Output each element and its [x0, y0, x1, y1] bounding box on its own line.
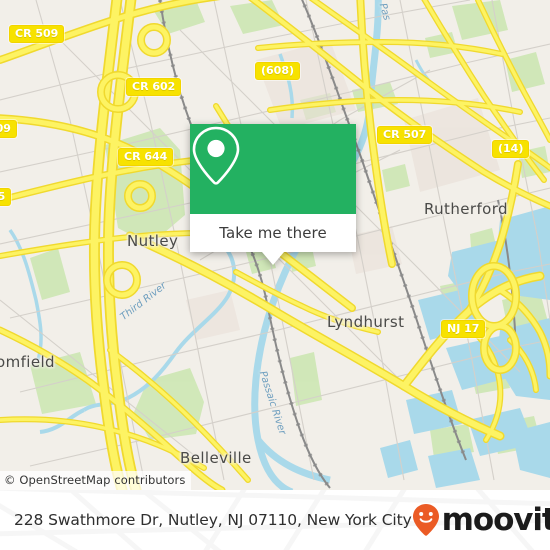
road-shield-509[interactable]: 509 — [0, 120, 17, 138]
moovit-logo[interactable]: moovit — [412, 503, 550, 537]
osm-attribution[interactable]: © OpenStreetMap contributors — [0, 471, 192, 490]
callout-action-area[interactable]: Take me there — [190, 214, 356, 252]
take-me-there-label: Take me there — [219, 224, 327, 242]
road-shield-nj-17[interactable]: NJ 17 — [441, 320, 486, 338]
moovit-smiley-pin-icon — [412, 504, 439, 536]
map-pin-icon — [192, 126, 240, 185]
moovit-wordmark: moovit — [441, 501, 550, 538]
road-shield-14[interactable]: (14) — [492, 140, 530, 158]
road-shield-608[interactable]: (608) — [255, 62, 301, 80]
footer-bar: 228 Swathmore Dr, Nutley, NJ 07110, New … — [0, 490, 550, 550]
location-callout[interactable]: Take me there — [190, 124, 356, 265]
map-canvas[interactable]: Nutley Rutherford Lyndhurst Belleville o… — [0, 0, 550, 490]
road-shield-cr-507[interactable]: CR 507 — [377, 126, 433, 144]
road-shield-cr-509[interactable]: CR 509 — [9, 25, 65, 43]
map-screenshot: Nutley Rutherford Lyndhurst Belleville o… — [0, 0, 550, 550]
callout-marker-area — [190, 124, 356, 214]
road-shield-cr-602[interactable]: CR 602 — [126, 78, 182, 96]
road-shield-cr-644[interactable]: CR 644 — [118, 148, 174, 166]
road-shield-55[interactable]: 55 — [0, 188, 12, 206]
callout-pointer-tail — [262, 252, 284, 265]
address-text: 228 Swathmore Dr, Nutley, NJ 07110, New … — [14, 511, 412, 529]
